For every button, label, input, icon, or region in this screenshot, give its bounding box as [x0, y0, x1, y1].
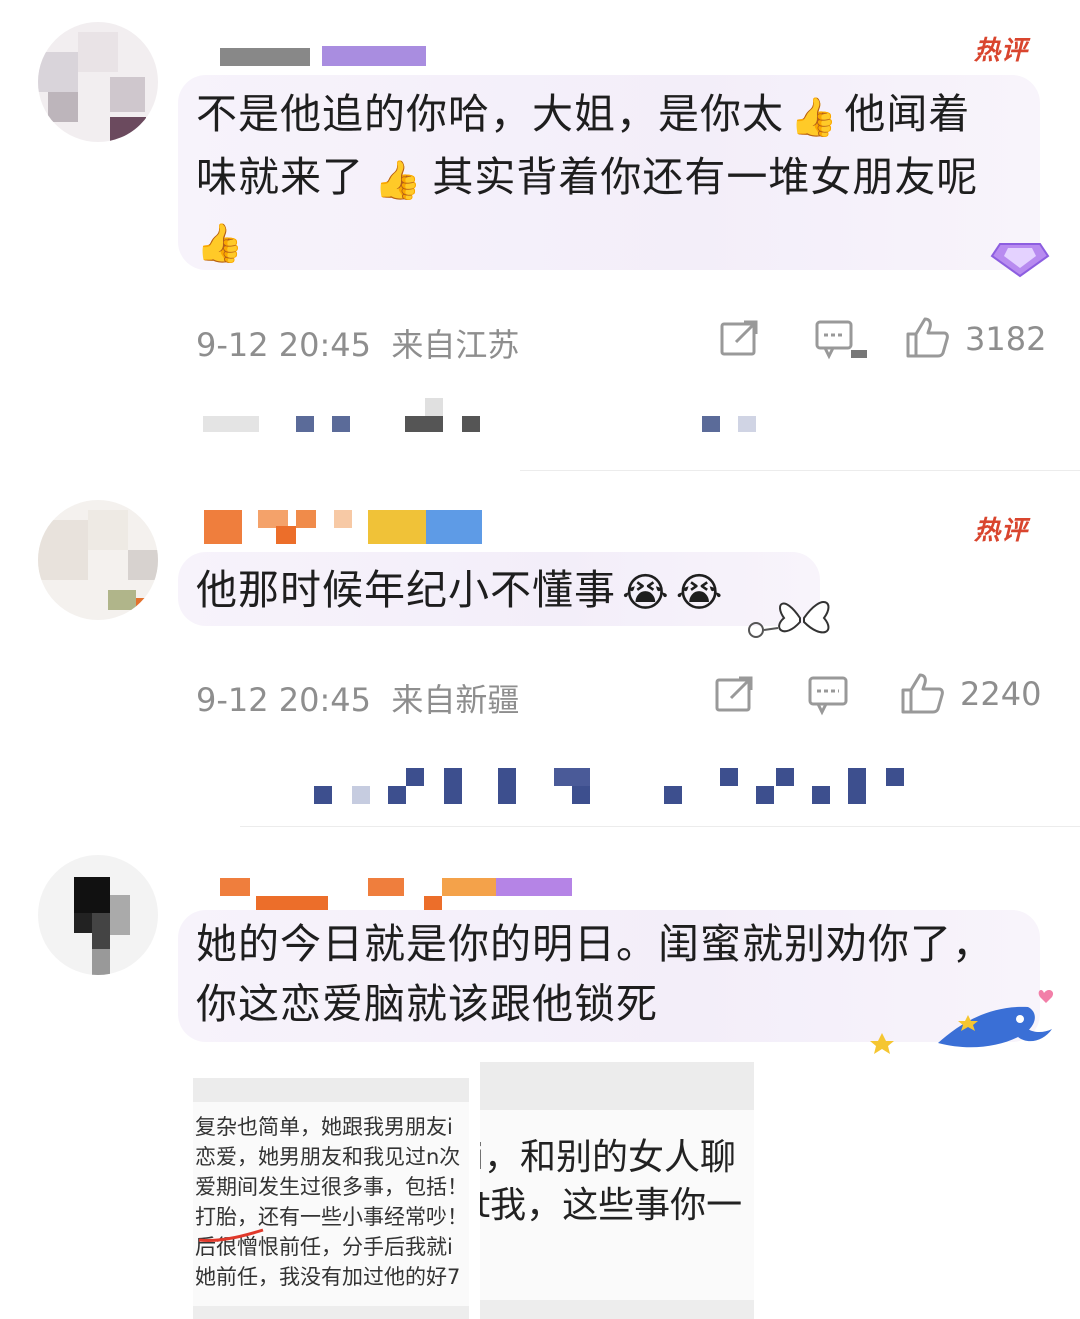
image-text-line: 她前任，我没有加过他的好7	[195, 1265, 461, 1289]
image-text-line: 复杂也简单，她跟我男朋友i	[195, 1115, 453, 1139]
red-underline-mark	[197, 1228, 267, 1244]
avatar[interactable]	[38, 855, 158, 975]
whale-badge-icon	[868, 985, 1058, 1060]
comment-text-line1: 她的今日就是你的明日。闺蜜就别劝你了，	[196, 920, 994, 968]
image-text-line: t我，这些事你一	[480, 1185, 743, 1226]
comment-text-line2: 你这恋爱脑就该跟他锁死	[196, 980, 658, 1028]
image-text-line: 恋爱，她男朋友和我见过n次	[195, 1145, 461, 1169]
image-text-line: 爱期间发生过很多事，包括！	[195, 1175, 468, 1199]
attached-image-1[interactable]: 复杂也简单，她跟我男朋友i 恋爱，她男朋友和我见过n次 爱期间发生过很多事，包括…	[193, 1078, 469, 1319]
attached-image-2[interactable]: i，和别的女人聊 t我，这些事你一	[480, 1062, 754, 1319]
username-blurred[interactable]	[200, 872, 580, 912]
comment-3: 她的今日就是你的明日。闺蜜就别劝你了， 你这恋爱脑就该跟他锁死 复杂也简单，她跟…	[0, 0, 1080, 1319]
